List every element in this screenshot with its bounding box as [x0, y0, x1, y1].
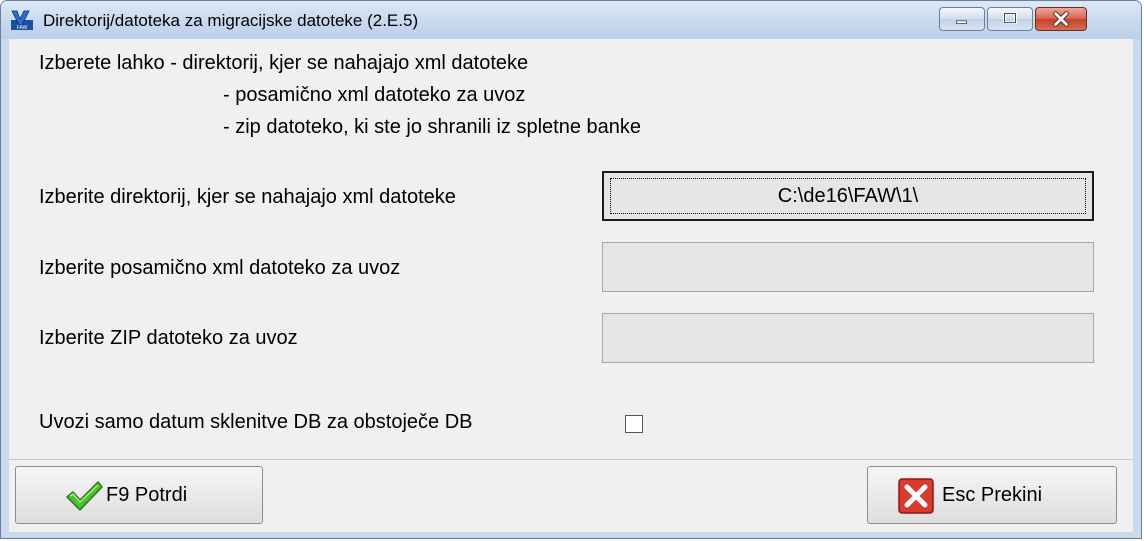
info-line-3: - zip datoteko, ki ste jo shranili iz sp…	[223, 116, 641, 138]
confirm-label: F9 Potrdi	[106, 484, 188, 506]
minimize-icon	[956, 20, 967, 24]
red-x-icon	[898, 478, 934, 514]
zip-file-label: Izberite ZIP datoteko za uvoz	[39, 327, 298, 349]
directory-value: C:\de16\FAW\1\	[777, 185, 919, 207]
button-bar: F9 Potrdi Esc Prekini	[9, 459, 1133, 532]
window-title: Direktorij/datoteka za migracijske datot…	[43, 11, 419, 30]
dialog-window: FAW Direktorij/datoteka za migracijske d…	[0, 0, 1142, 539]
xml-file-label: Izberite posamično xml datoteko za uvoz	[39, 257, 401, 279]
close-button[interactable]	[1035, 7, 1087, 31]
date-only-checkbox[interactable]	[625, 415, 643, 433]
title-bar[interactable]: FAW Direktorij/datoteka za migracijske d…	[1, 1, 1141, 39]
maximize-icon	[1003, 12, 1017, 25]
close-icon	[1053, 11, 1069, 27]
directory-picker-button[interactable]: C:\de16\FAW\1\	[602, 171, 1094, 221]
minimize-button[interactable]	[939, 7, 985, 31]
directory-label: Izberite direktorij, kjer se nahajajo xm…	[39, 186, 456, 208]
cancel-label: Esc Prekini	[942, 484, 1043, 506]
zip-file-picker-button[interactable]	[602, 313, 1094, 363]
faw-app-icon: FAW	[11, 10, 33, 31]
dialog-body: Izberete lahko - direktorij, kjer se nah…	[9, 39, 1133, 459]
checkmark-icon	[66, 481, 103, 511]
date-only-label: Uvozi samo datum sklenitve DB za obstoje…	[39, 411, 473, 433]
maximize-button[interactable]	[987, 7, 1033, 31]
cancel-button[interactable]: Esc Prekini	[867, 466, 1117, 524]
info-line-1: Izberete lahko - direktorij, kjer se nah…	[39, 52, 529, 74]
info-line-2: - posamično xml datoteko za uvoz	[223, 84, 526, 106]
svg-text:FAW: FAW	[17, 25, 28, 31]
xml-file-picker-button[interactable]	[602, 242, 1094, 292]
confirm-button[interactable]: F9 Potrdi	[15, 466, 263, 524]
